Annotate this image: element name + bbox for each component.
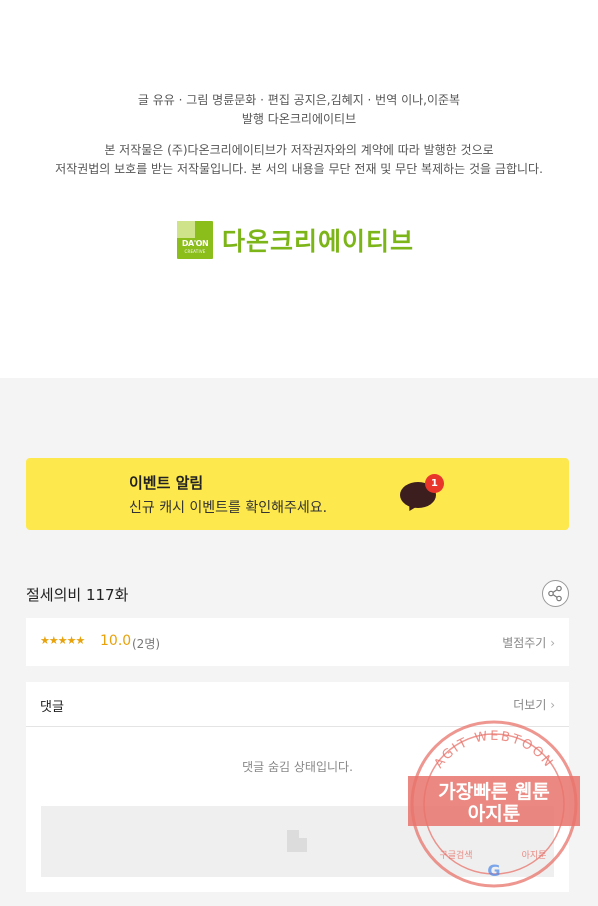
rating-count: (2명) — [132, 637, 161, 651]
publisher-logo: DA'ON CREATIVE 다온크리에이티브 — [177, 220, 414, 260]
publisher-logo-name: 다온크리에이티브 — [222, 227, 415, 256]
chevron-right-icon: › — [550, 636, 555, 650]
comments-more-label: 더보기 — [513, 698, 547, 712]
event-notification-banner[interactable]: 이벤트 알림 신규 캐시 이벤트를 확인해주세요. 1 — [26, 458, 569, 530]
rating-stars: ★★★★★ — [40, 634, 85, 647]
logo-badge-subtext: CREATIVE — [184, 249, 206, 254]
notification-badge: 1 — [425, 474, 444, 493]
event-description: 신규 캐시 이벤트를 확인해주세요. — [129, 500, 328, 516]
credits-section: 글 유유 · 그림 명륜문화 · 편집 공지은,김혜지 · 번역 이나,이준복 … — [0, 0, 598, 378]
rating-score: 10.0 — [100, 633, 132, 649]
share-button[interactable] — [542, 580, 569, 607]
placeholder-image-icon — [287, 830, 307, 852]
watermark-bottom-left: 구글검색 — [439, 849, 472, 861]
watermark-bottom-right: 아지툰 — [522, 850, 547, 861]
watermark-line1: 가장빠른 웹툰 — [438, 781, 550, 803]
credits-staff: 글 유유 · 그림 명륜문화 · 편집 공지은,김혜지 · 번역 이나,이준복 — [137, 93, 461, 107]
copyright-notice-1: 본 저작물은 (주)다온크리에이티브가 저작권자와의 계약에 따라 발행한 것으… — [104, 143, 494, 157]
google-g-icon: G — [487, 861, 500, 880]
rate-button-label: 별점주기 — [502, 636, 547, 650]
comments-label: 댓글 — [40, 700, 64, 715]
credits-publisher: 발행 다온크리에이티브 — [241, 112, 357, 126]
comments-more-button[interactable]: 더보기 › — [513, 696, 555, 713]
episode-title: 절세의비 117화 — [26, 586, 129, 604]
logo-badge-text: DA'ON — [181, 239, 209, 248]
publisher-logo-badge: DA'ON CREATIVE — [177, 221, 213, 259]
rating-card: ★★★★★ 10.0 (2명) 별점주기 › — [26, 618, 569, 666]
copyright-notice-2: 저작권법의 보호를 받는 저작물입니다. 본 서의 내용을 무단 전재 및 무단… — [55, 162, 543, 176]
share-icon — [548, 585, 562, 602]
watermark-stamp: AGIT WEBTOON 가장빠른 웹툰 아지툰 구글검색 G 아지툰 — [408, 720, 580, 888]
chevron-right-icon: › — [550, 698, 555, 712]
watermark-line2: 아지툰 — [468, 803, 520, 825]
rate-button[interactable]: 별점주기 › — [502, 634, 555, 651]
event-title: 이벤트 알림 — [129, 474, 204, 492]
